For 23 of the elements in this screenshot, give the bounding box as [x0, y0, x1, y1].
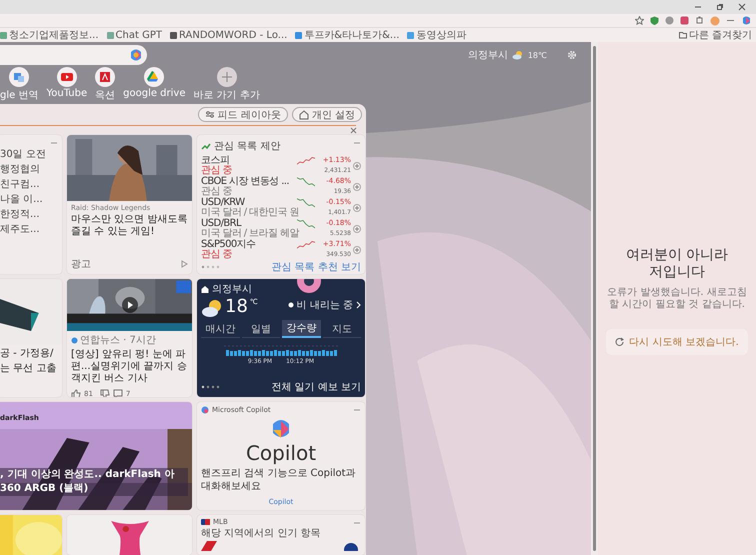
favicon-icon [106, 32, 114, 38]
puzzle-icon[interactable] [695, 16, 704, 25]
favicon-icon [170, 32, 177, 38]
bookmark-link[interactable]: 청소기업제품정보... [0, 28, 99, 42]
favicon-icon [0, 32, 7, 38]
profile-icon[interactable] [710, 16, 720, 26]
refresh-icon [615, 337, 626, 347]
star-icon[interactable] [635, 16, 644, 25]
shield-icon[interactable] [650, 16, 659, 25]
favicon-icon [295, 32, 302, 38]
copilot-icon[interactable] [741, 15, 752, 26]
bookmark-link[interactable]: Chat GPT [106, 30, 162, 40]
close-icon[interactable] [738, 3, 746, 11]
favicon-icon [407, 32, 414, 38]
restore-icon[interactable] [716, 3, 724, 11]
folder-icon [678, 31, 687, 39]
scrollbar-thumb[interactable] [593, 46, 596, 551]
bookmark-link[interactable]: RANDOMWORD - Lo... [170, 30, 288, 40]
error-title: 여러분이 아니라 저입니다 [624, 247, 730, 281]
error-message: 오류가 발생했습니다. 새로고침할 시간이 필요할 것 같습니다. [606, 287, 748, 311]
bookmark-link[interactable]: 동영상의파 [407, 28, 466, 42]
bookmark-folder[interactable]: 다른 즐겨찾기 [678, 28, 756, 42]
bookmark-link[interactable]: 투프카&타나토가&... [295, 28, 400, 42]
